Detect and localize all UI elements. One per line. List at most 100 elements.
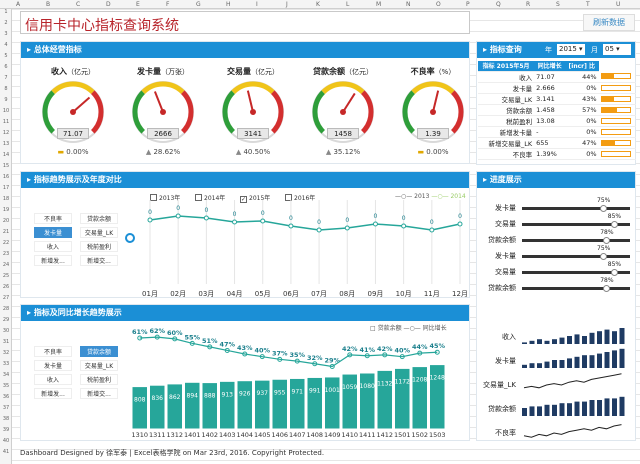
row-header-12[interactable]: 12 xyxy=(0,130,12,136)
column-header-D[interactable]: D xyxy=(106,0,111,9)
column-header-U[interactable]: U xyxy=(616,0,620,9)
row-header-32[interactable]: 32 xyxy=(0,350,12,356)
metric-name: 收入 xyxy=(478,71,535,83)
slicer-收入[interactable]: 收入 xyxy=(34,241,72,252)
x-tick-label: 10月 xyxy=(396,290,412,298)
slicer-税前盈利[interactable]: 税前盈利 xyxy=(80,374,118,385)
scroll-knob[interactable] xyxy=(125,233,135,243)
row-header-38[interactable]: 38 xyxy=(0,416,12,422)
row-header-29[interactable]: 29 xyxy=(0,317,12,323)
column-header-A[interactable]: A xyxy=(16,0,20,9)
column-header-S[interactable]: S xyxy=(556,0,560,9)
row-header-22[interactable]: 22 xyxy=(0,240,12,246)
row-header-33[interactable]: 33 xyxy=(0,361,12,367)
column-header-B[interactable]: B xyxy=(46,0,50,9)
slicer-贷款余额[interactable]: 贷款余额 xyxy=(80,213,118,224)
row-header-3[interactable]: 3 xyxy=(0,31,12,37)
row-header-24[interactable]: 24 xyxy=(0,262,12,268)
row-header-31[interactable]: 31 xyxy=(0,339,12,345)
refresh-button[interactable]: 刷新数据 xyxy=(583,14,635,31)
row-header-14[interactable]: 14 xyxy=(0,152,12,158)
year-select[interactable]: 2015 ▾ xyxy=(557,44,585,55)
row-header-41[interactable]: 41 xyxy=(0,449,12,455)
row-header-17[interactable]: 17 xyxy=(0,185,12,191)
row-header-30[interactable]: 30 xyxy=(0,328,12,334)
row-header-11[interactable]: 11 xyxy=(0,119,12,125)
column-header-O[interactable]: O xyxy=(436,0,441,9)
row-header-25[interactable]: 25 xyxy=(0,273,12,279)
row-header-21[interactable]: 21 xyxy=(0,229,12,235)
column-header-F[interactable]: F xyxy=(166,0,169,9)
row-header-20[interactable]: 20 xyxy=(0,218,12,224)
data-label: 0 xyxy=(261,210,265,217)
slicer-交易量_LK[interactable]: 交易量_LK xyxy=(80,360,118,371)
column-header-G[interactable]: G xyxy=(196,0,201,9)
x-tick-label: 1412 xyxy=(376,431,393,439)
row-header-39[interactable]: 39 xyxy=(0,427,12,433)
row-header-10[interactable]: 10 xyxy=(0,108,12,114)
row-header-34[interactable]: 34 xyxy=(0,372,12,378)
column-header-K[interactable]: K xyxy=(316,0,320,9)
row-header-2[interactable]: 2 xyxy=(0,20,12,26)
column-header-E[interactable]: E xyxy=(136,0,140,9)
x-tick-label: 01月 xyxy=(142,290,158,298)
column-header-L[interactable]: L xyxy=(346,0,349,9)
title-cell[interactable]: 信用卡中心指标查询系统 xyxy=(20,11,470,34)
row-header-40[interactable]: 40 xyxy=(0,438,12,444)
progress-knob[interactable] xyxy=(610,221,618,228)
month-select[interactable]: 05 ▾ xyxy=(603,44,631,55)
column-header-Q[interactable]: Q xyxy=(496,0,501,9)
row-header-23[interactable]: 23 xyxy=(0,251,12,257)
column-header-J[interactable]: J xyxy=(286,0,288,9)
row-header-4[interactable]: 4 xyxy=(0,42,12,48)
row-header-7[interactable]: 7 xyxy=(0,75,12,81)
slicer-交易量_LK[interactable]: 交易量_LK xyxy=(80,227,118,238)
row-header-18[interactable]: 18 xyxy=(0,196,12,202)
bar-label: 1208 xyxy=(412,377,427,384)
column-header-C[interactable]: C xyxy=(76,0,80,9)
x-tick-label: 07月 xyxy=(311,290,327,298)
row-header-9[interactable]: 9 xyxy=(0,97,12,103)
slicer-发卡量[interactable]: 发卡量 xyxy=(34,227,72,238)
gauge-title: 不良率 xyxy=(410,67,435,76)
metric-growth: 0% xyxy=(565,115,599,127)
progress-knob[interactable] xyxy=(610,269,618,276)
row-header-6[interactable]: 6 xyxy=(0,64,12,70)
bar-label: 888 xyxy=(204,393,216,400)
column-header-N[interactable]: N xyxy=(406,0,411,9)
slicer-新增交...[interactable]: 新增交... xyxy=(80,388,118,399)
column-header-P[interactable]: P xyxy=(466,0,470,9)
column-header-T[interactable]: T xyxy=(586,0,590,9)
slicer-发卡量[interactable]: 发卡量 xyxy=(34,360,72,371)
row-header-1[interactable]: 1 xyxy=(0,9,12,15)
row-header-35[interactable]: 35 xyxy=(0,383,12,389)
row-header-28[interactable]: 28 xyxy=(0,306,12,312)
slicer-贷款余额[interactable]: 贷款余额 xyxy=(80,346,118,357)
slicer-不良率[interactable]: 不良率 xyxy=(34,346,72,357)
slicer-税前盈利[interactable]: 税前盈利 xyxy=(80,241,118,252)
progress-knob[interactable] xyxy=(600,253,607,260)
row-header-13[interactable]: 13 xyxy=(0,141,12,147)
column-header-H[interactable]: H xyxy=(226,0,231,9)
row-header-16[interactable]: 16 xyxy=(0,174,12,180)
row-header-36[interactable]: 36 xyxy=(0,394,12,400)
row-header-37[interactable]: 37 xyxy=(0,405,12,411)
row-header-8[interactable]: 8 xyxy=(0,86,12,92)
slicer-新增发...[interactable]: 新增发... xyxy=(34,255,72,266)
row-header-26[interactable]: 26 xyxy=(0,284,12,290)
row-header-27[interactable]: 27 xyxy=(0,295,12,301)
slicer-新增发...[interactable]: 新增发... xyxy=(34,388,72,399)
bar xyxy=(307,377,322,429)
slicer-不良率[interactable]: 不良率 xyxy=(34,213,72,224)
growth-label: 40% xyxy=(394,347,410,355)
growth-label: 45% xyxy=(429,342,445,350)
progress-knob[interactable] xyxy=(600,205,607,212)
row-header-15[interactable]: 15 xyxy=(0,163,12,169)
column-header-I[interactable]: I xyxy=(256,0,258,9)
slicer-收入[interactable]: 收入 xyxy=(34,374,72,385)
column-header-R[interactable]: R xyxy=(526,0,530,9)
slicer-新增交...[interactable]: 新增交... xyxy=(80,255,118,266)
row-header-19[interactable]: 19 xyxy=(0,207,12,213)
row-header-5[interactable]: 5 xyxy=(0,53,12,59)
column-header-M[interactable]: M xyxy=(376,0,381,9)
